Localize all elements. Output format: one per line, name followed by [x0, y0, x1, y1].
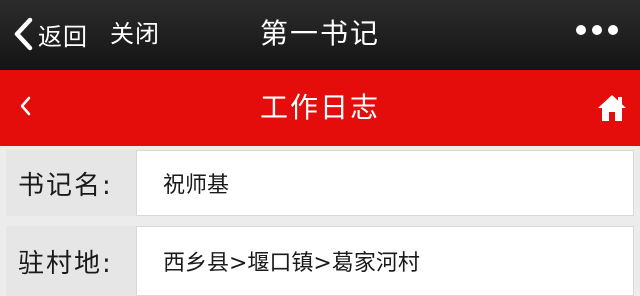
- chevron-left-icon: [12, 17, 34, 51]
- back-button[interactable]: 返回: [12, 14, 88, 54]
- section-header: 工作日志: [0, 70, 640, 146]
- field-value: 西乡县>堰口镇>葛家河村: [136, 226, 634, 296]
- back-label: 返回: [38, 22, 88, 51]
- close-button[interactable]: 关闭: [110, 14, 160, 54]
- field-value: 祝师基: [136, 150, 634, 216]
- field-label: 书记名:: [6, 150, 136, 216]
- dot: [576, 25, 586, 35]
- field-label: 驻村地:: [6, 226, 136, 296]
- dot: [608, 25, 618, 35]
- home-icon[interactable]: [596, 92, 628, 124]
- page-title: 第一书记: [259, 17, 380, 50]
- field-row-village: 驻村地: 西乡县>堰口镇>葛家河村: [0, 226, 640, 296]
- field-row-secretary-name: 书记名: 祝师基: [0, 150, 640, 216]
- header-back-button[interactable]: [10, 93, 40, 123]
- dot: [592, 25, 602, 35]
- more-dots-icon[interactable]: [576, 25, 618, 35]
- header-title: 工作日志: [259, 91, 380, 124]
- chevron-left-icon: [18, 95, 32, 121]
- wechat-top-bar: 返回 关闭 第一书记: [0, 0, 640, 70]
